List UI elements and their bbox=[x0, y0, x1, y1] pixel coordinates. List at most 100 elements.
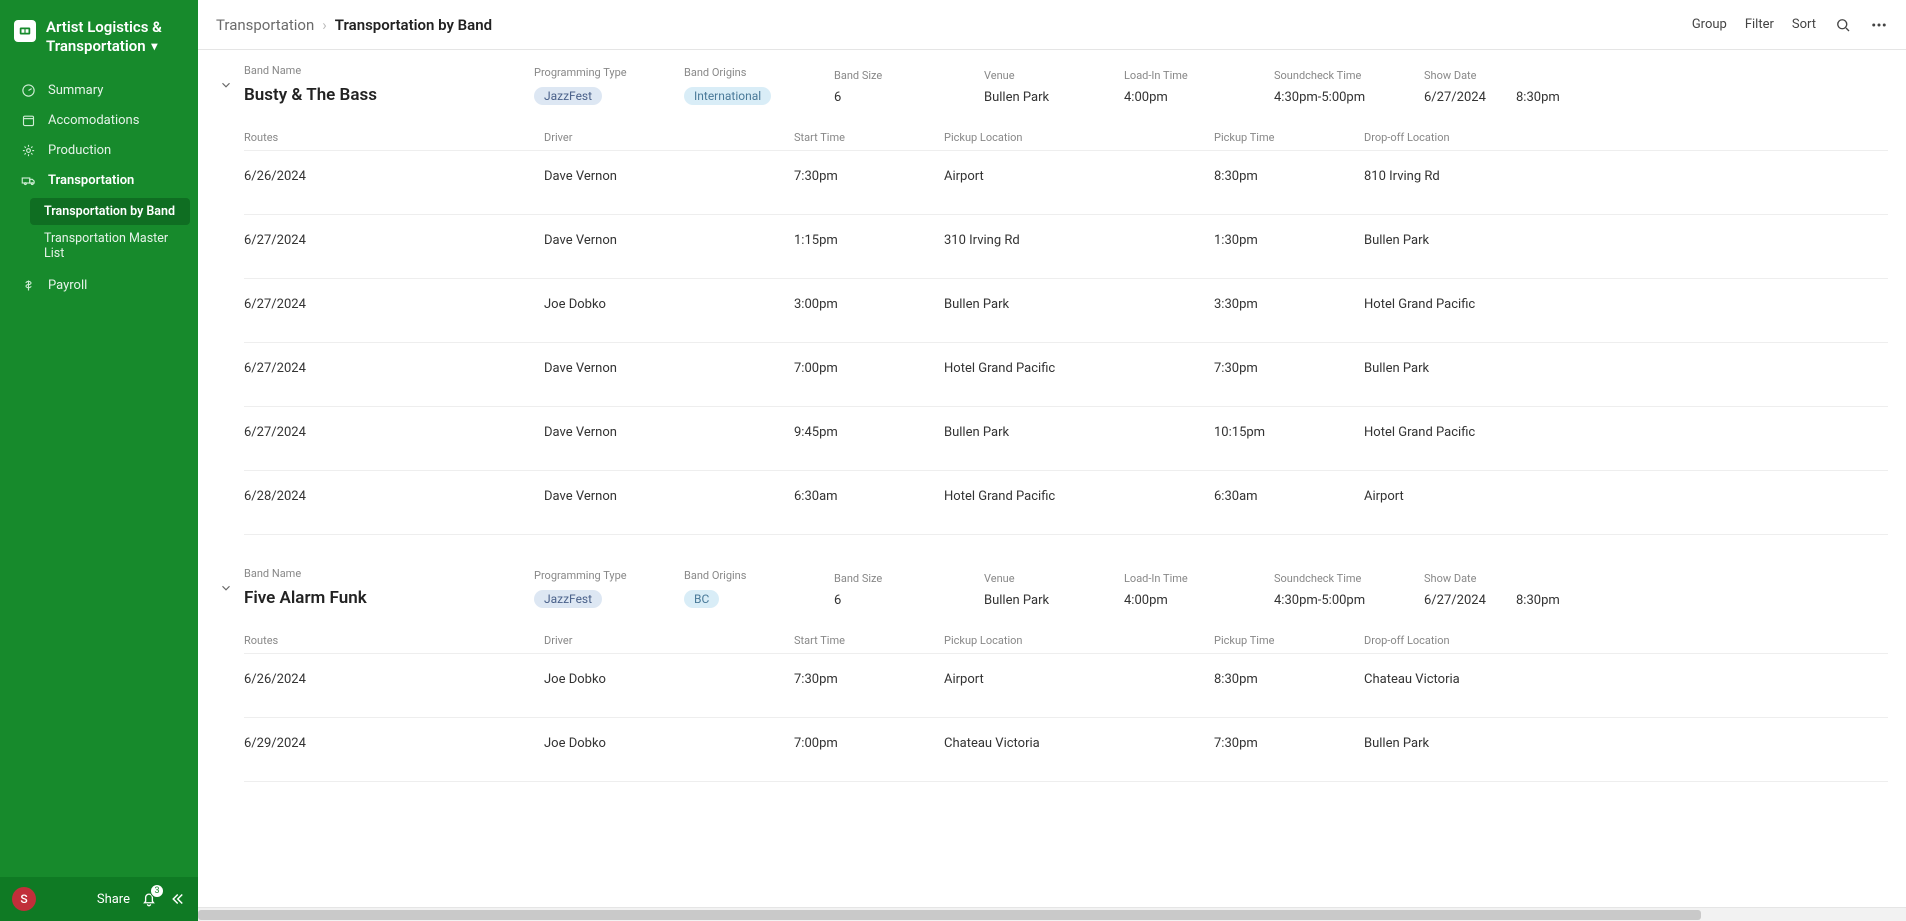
column-label: Band Size bbox=[834, 572, 984, 585]
sidebar-nav: Summary Accomodations Production Transpo… bbox=[0, 70, 198, 878]
sidebar-item-summary[interactable]: Summary bbox=[0, 76, 198, 106]
column-label: Start Time bbox=[794, 634, 944, 647]
band-block: Band NameFive Alarm FunkProgramming Type… bbox=[198, 553, 1906, 800]
cell-value: 8:30pm bbox=[1516, 593, 1596, 608]
content-area[interactable]: Band NameBusty & The BassProgramming Typ… bbox=[198, 50, 1906, 907]
sidebar-item-label: Production bbox=[48, 143, 111, 158]
cell-value: Chateau Victoria bbox=[1364, 672, 1564, 687]
expand-toggle[interactable] bbox=[216, 578, 236, 598]
expand-toggle[interactable] bbox=[216, 75, 236, 95]
column-label: Venue bbox=[984, 572, 1124, 585]
table-row[interactable]: 6/27/2024Dave Vernon1:15pm310 Irving Rd1… bbox=[244, 215, 1888, 279]
cell-value: 4:00pm bbox=[1124, 593, 1274, 608]
table-row[interactable]: 6/29/2024Joe Dobko7:00pmChateau Victoria… bbox=[244, 718, 1888, 782]
calendar-icon bbox=[20, 113, 36, 129]
sidebar-item-payroll[interactable]: Payroll bbox=[0, 271, 198, 301]
truck-icon bbox=[20, 173, 36, 189]
cell-value: Airport bbox=[944, 672, 1214, 687]
cell-value: Dave Vernon bbox=[544, 425, 794, 440]
cell-value: Five Alarm Funk bbox=[244, 588, 534, 608]
band-header-cell: Band OriginsBC bbox=[684, 569, 834, 608]
column-label: Load-In Time bbox=[1124, 69, 1274, 82]
column-label: Soundcheck Time bbox=[1274, 69, 1424, 82]
sidebar-item-production[interactable]: Production bbox=[0, 136, 198, 166]
sort-button[interactable]: Sort bbox=[1792, 17, 1816, 32]
column-label: Drop-off Location bbox=[1364, 634, 1564, 647]
sidebar-item-transportation[interactable]: Transportation bbox=[0, 166, 198, 196]
cell-value: Hotel Grand Pacific bbox=[944, 361, 1214, 376]
dollar-icon bbox=[20, 278, 36, 294]
cell-value: 6/27/2024 bbox=[244, 425, 544, 440]
notifications-button[interactable]: 3 bbox=[140, 890, 158, 908]
cell-value: Joe Dobko bbox=[544, 736, 794, 751]
cell-value: 6/26/2024 bbox=[244, 169, 544, 184]
search-button[interactable] bbox=[1834, 16, 1852, 34]
band-header: Band NameBusty & The BassProgramming Typ… bbox=[198, 50, 1906, 123]
sidebar-subitem-transportation-by-band[interactable]: Transportation by Band bbox=[30, 198, 190, 225]
band-header-cell: Show Date6/27/2024 bbox=[1424, 572, 1516, 608]
share-button[interactable]: Share bbox=[97, 892, 130, 907]
column-label: Pickup Time bbox=[1214, 131, 1364, 144]
table-row[interactable]: 6/26/2024Joe Dobko7:30pmAirport8:30pmCha… bbox=[244, 654, 1888, 718]
cell-value: Bullen Park bbox=[1364, 736, 1564, 751]
group-button[interactable]: Group bbox=[1692, 17, 1727, 32]
collapse-sidebar-button[interactable] bbox=[168, 890, 186, 908]
avatar[interactable]: S bbox=[12, 887, 36, 911]
cell-value: 8:30pm bbox=[1516, 90, 1596, 105]
cell-value: 7:30pm bbox=[794, 672, 944, 687]
chevron-down-icon bbox=[219, 581, 233, 595]
column-label: Drop-off Location bbox=[1364, 131, 1564, 144]
cell-value: 6:30am bbox=[1214, 489, 1364, 504]
chevron-down-icon bbox=[219, 78, 233, 92]
cell-value: 1:30pm bbox=[1214, 233, 1364, 248]
cell-value: Airport bbox=[1364, 489, 1564, 504]
breadcrumb-parent[interactable]: Transportation bbox=[216, 16, 314, 34]
band-header-cell: 8:30pm bbox=[1516, 82, 1596, 105]
table-row[interactable]: 6/28/2024Dave Vernon6:30amHotel Grand Pa… bbox=[244, 471, 1888, 535]
more-button[interactable] bbox=[1870, 16, 1888, 34]
column-label: Band Name bbox=[244, 567, 534, 580]
sidebar-footer: S Share 3 bbox=[0, 877, 198, 921]
cell-value: International bbox=[684, 87, 834, 105]
routes-section: RoutesDriverStart TimePickup LocationPic… bbox=[198, 626, 1906, 800]
filter-button[interactable]: Filter bbox=[1745, 17, 1774, 32]
cell-value: 810 Irving Rd bbox=[1364, 169, 1564, 184]
sidebar-subitem-transportation-master-list[interactable]: Transportation Master List bbox=[30, 225, 190, 267]
cell-value: Bullen Park bbox=[944, 297, 1214, 312]
column-label: Band Origins bbox=[684, 66, 834, 79]
cell-value: 4:00pm bbox=[1124, 90, 1274, 105]
column-label: Band Name bbox=[244, 64, 534, 77]
cell-value: Hotel Grand Pacific bbox=[1364, 425, 1564, 440]
band-header-cell: Band Size6 bbox=[834, 69, 984, 105]
sidebar-item-accomodations[interactable]: Accomodations bbox=[0, 106, 198, 136]
cell-value: 1:15pm bbox=[794, 233, 944, 248]
cell-value: 6/27/2024 bbox=[244, 297, 544, 312]
table-row[interactable]: 6/27/2024Dave Vernon9:45pmBullen Park10:… bbox=[244, 407, 1888, 471]
chip: International bbox=[684, 87, 771, 105]
band-header-cell: Soundcheck Time 4:30pm-5:00pm bbox=[1274, 69, 1424, 105]
band-header-cell: Band Size 6 bbox=[834, 572, 984, 608]
horizontal-scrollbar[interactable] bbox=[198, 907, 1906, 921]
cell-value: 4:30pm-5:00pm bbox=[1274, 90, 1424, 105]
workspace-title: Artist Logistics & Transportation ▾ bbox=[46, 18, 184, 56]
table-row[interactable]: 6/26/2024Dave Vernon7:30pmAirport8:30pm8… bbox=[244, 151, 1888, 215]
cell-value: 7:00pm bbox=[794, 361, 944, 376]
gauge-icon bbox=[20, 83, 36, 99]
chevron-down-icon: ▾ bbox=[151, 39, 157, 53]
table-row[interactable]: 6/27/2024Joe Dobko3:00pmBullen Park3:30p… bbox=[244, 279, 1888, 343]
column-label: Band Size bbox=[834, 69, 984, 82]
band-header-cell: VenueBullen Park bbox=[984, 572, 1124, 608]
sidebar-subnav-transportation: Transportation by Band Transportation Ma… bbox=[0, 198, 198, 267]
table-row[interactable]: 6/27/2024Dave Vernon7:00pmHotel Grand Pa… bbox=[244, 343, 1888, 407]
cell-value: 6/28/2024 bbox=[244, 489, 544, 504]
cell-value: BC bbox=[684, 590, 834, 608]
cell-value: 6 bbox=[834, 593, 984, 608]
notification-badge: 3 bbox=[150, 884, 164, 898]
cell-value: Bullen Park bbox=[984, 90, 1124, 105]
scrollbar-thumb[interactable] bbox=[198, 910, 1701, 920]
cell-value: 6/26/2024 bbox=[244, 672, 544, 687]
workspace-switcher[interactable]: Artist Logistics & Transportation ▾ bbox=[0, 0, 198, 70]
band-header-cell: Show Date6/27/2024 bbox=[1424, 69, 1516, 105]
cell-value: 10:15pm bbox=[1214, 425, 1364, 440]
band-header-cell: Programming TypeJazzFest bbox=[534, 66, 684, 105]
